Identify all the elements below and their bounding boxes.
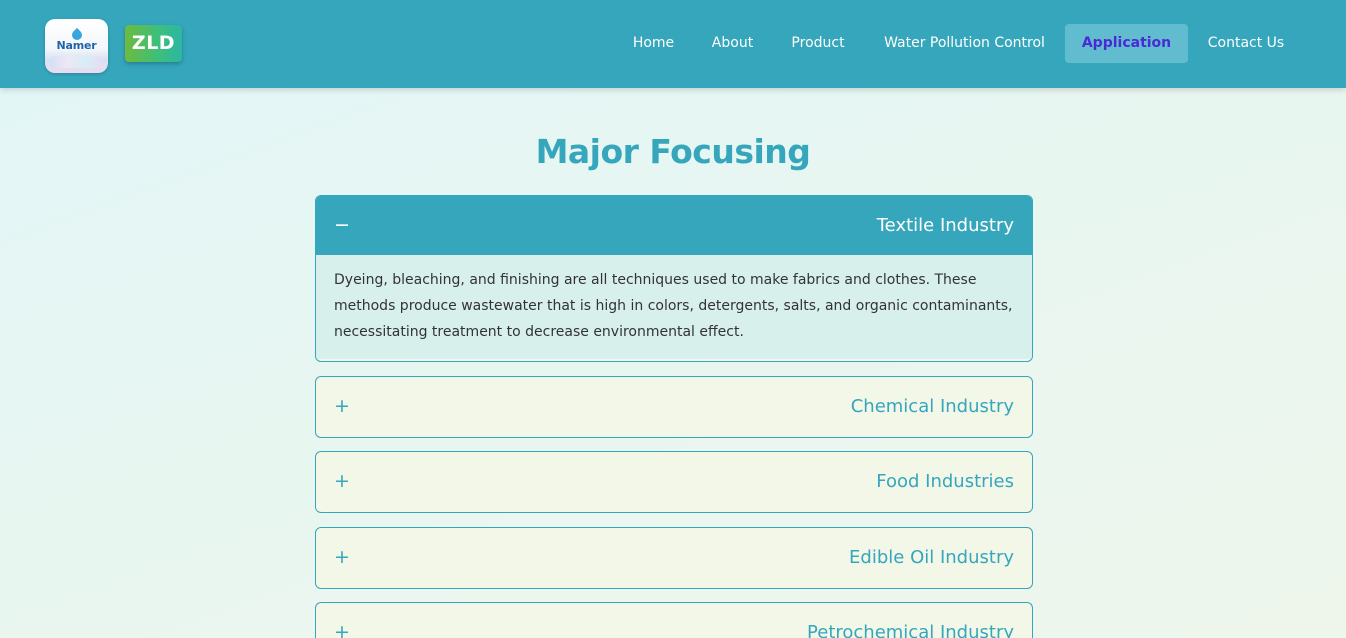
accordion-header-food[interactable]: + Food Industries (316, 452, 1032, 511)
page-title: Major Focusing (535, 132, 811, 171)
nav-about[interactable]: About (699, 24, 766, 63)
zld-logo[interactable]: ZLD (125, 25, 182, 62)
accordion-title: Petrochemical Industry (807, 622, 1014, 638)
accordion-item-textile: − Textile Industry Dyeing, bleaching, an… (315, 195, 1033, 362)
expand-icon[interactable]: + (334, 377, 350, 436)
nav-application[interactable]: Application (1065, 24, 1188, 63)
accordion-title: Food Industries (876, 471, 1014, 492)
accordion-item-petrochemical: + Petrochemical Industry (315, 602, 1033, 638)
accordion-item-edible-oil: + Edible Oil Industry (315, 527, 1033, 589)
accordion-header-textile[interactable]: − Textile Industry (316, 196, 1032, 255)
nav-water-pollution-control[interactable]: Water Pollution Control (870, 24, 1059, 63)
accordion-title: Edible Oil Industry (849, 547, 1014, 568)
expand-icon[interactable]: + (334, 603, 350, 638)
zld-logo-text: ZLD (131, 32, 176, 54)
nav-home[interactable]: Home (620, 24, 687, 63)
accordion-item-chemical: + Chemical Industry (315, 376, 1033, 438)
accordion-header-edible-oil[interactable]: + Edible Oil Industry (316, 528, 1032, 587)
top-navbar: Namer ZLD Home About Product Water Pollu… (0, 0, 1346, 88)
accordion-header-petrochemical[interactable]: + Petrochemical Industry (316, 603, 1032, 638)
accordion-title: Textile Industry (876, 215, 1014, 236)
logo-decoration (49, 56, 104, 68)
collapse-icon[interactable]: − (334, 196, 350, 255)
expand-icon[interactable]: + (334, 452, 350, 511)
expand-icon[interactable]: + (334, 528, 350, 587)
accordion-header-chemical[interactable]: + Chemical Industry (316, 377, 1032, 436)
namer-logo-text: Namer (56, 39, 97, 52)
accordion-item-food: + Food Industries (315, 451, 1033, 513)
namer-logo[interactable]: Namer (45, 19, 108, 73)
nav-contact-us[interactable]: Contact Us (1194, 24, 1298, 63)
accordion-body-text: Dyeing, bleaching, and finishing are all… (316, 255, 1032, 359)
accordion-title: Chemical Industry (850, 396, 1014, 417)
nav-product[interactable]: Product (778, 24, 858, 63)
